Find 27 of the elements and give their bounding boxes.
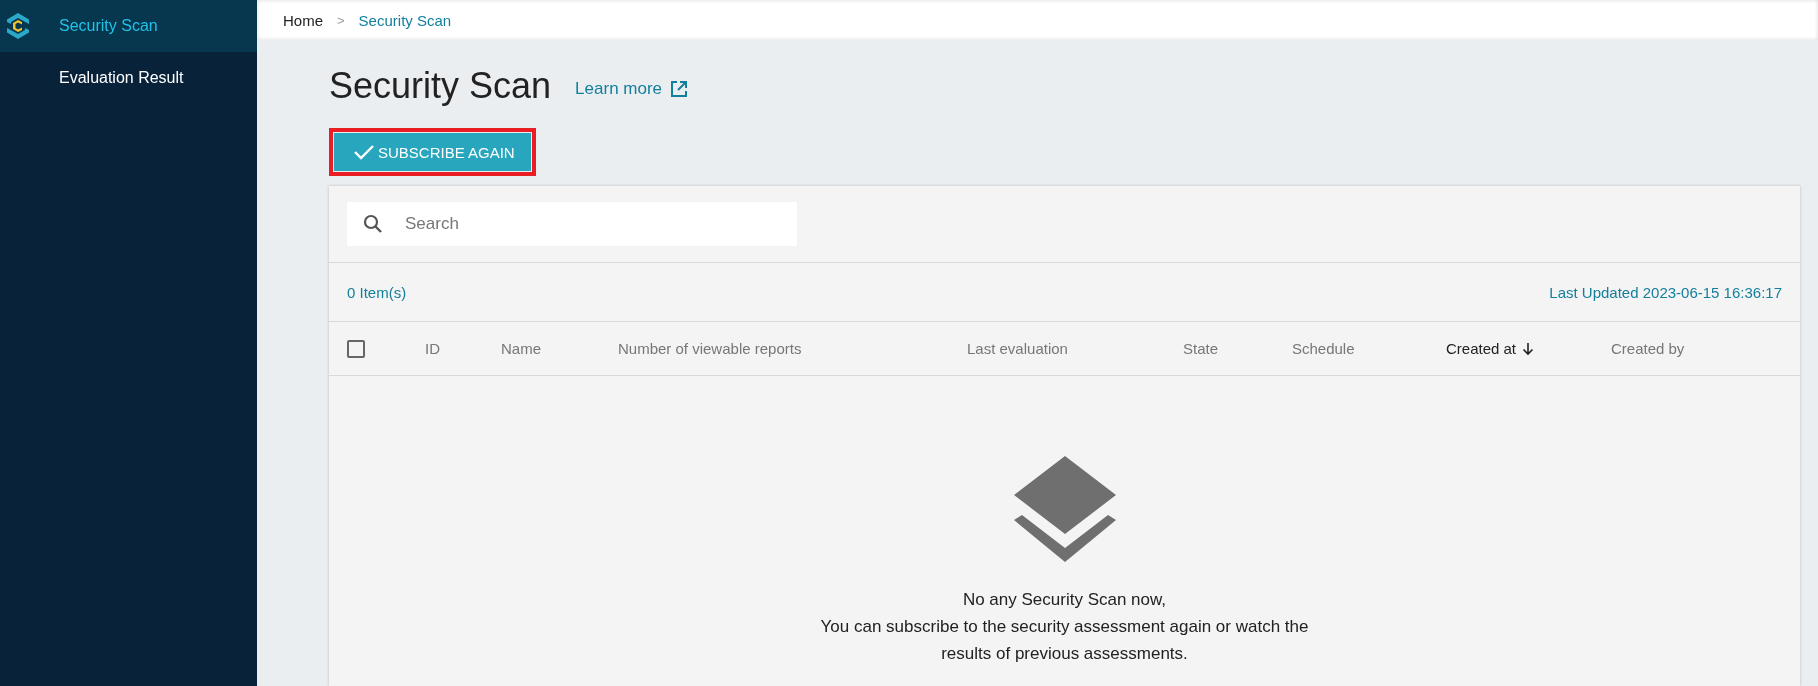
breadcrumb-link[interactable]: Home (283, 11, 323, 29)
breadcrumb-link[interactable]: Security Scan (358, 11, 452, 29)
breadcrumb-separator: > (337, 12, 345, 28)
column-header[interactable]: State (1183, 340, 1292, 357)
empty-state-text: You can subscribe to the security assessment again or watch the results of previous assessments. (819, 616, 1310, 665)
sort-arrow-icon (1522, 341, 1535, 356)
select-all-checkbox[interactable] (347, 339, 365, 358)
empty-state-text: No any Security Scan now, (961, 589, 1168, 611)
column-header[interactable]: Number of viewable reports (618, 340, 967, 357)
sidebar-item[interactable]: Security Scan (0, 0, 257, 52)
subscribe-again-button[interactable]: SUBSCRIBE AGAIN (334, 133, 531, 171)
learn-more-link[interactable]: Learn more (575, 79, 689, 99)
column-header[interactable]: Schedule (1292, 340, 1446, 357)
column-header[interactable]: Name (501, 340, 618, 357)
logo-icon (6, 12, 30, 40)
item-count: 0 Item(s) (347, 283, 407, 301)
search-field[interactable]: Search (347, 202, 797, 246)
column-header[interactable]: Created at (1446, 340, 1611, 357)
column-header[interactable]: Last evaluation (967, 340, 1183, 357)
check-icon (354, 144, 374, 160)
last-updated-text: Last Updated 2023-06-15 16:36:17 (1549, 283, 1782, 301)
external-link-icon (670, 80, 689, 98)
column-header[interactable]: Created by (1611, 340, 1800, 357)
column-header[interactable]: ID (425, 340, 501, 357)
layers-icon (1013, 456, 1116, 562)
sidebar-item[interactable]: Evaluation Result (0, 52, 257, 104)
page-title: Security Scan (329, 65, 552, 107)
